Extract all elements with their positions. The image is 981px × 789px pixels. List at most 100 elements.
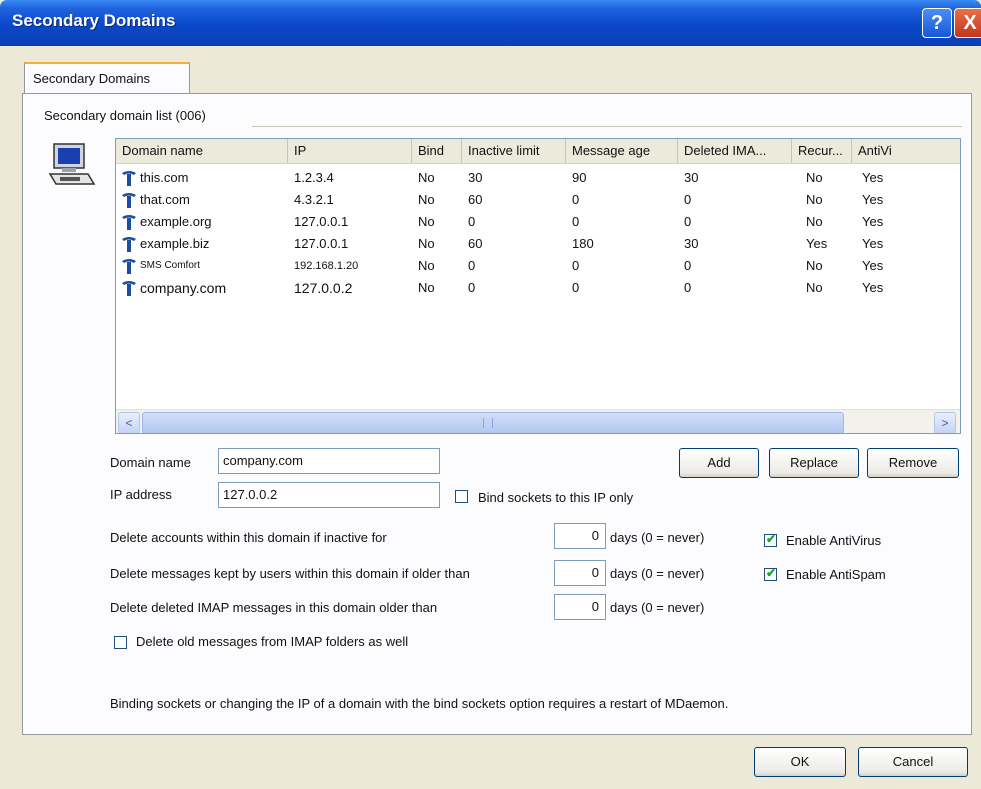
table-row[interactable]: example.biz 127.0.0.1 No 60 180 30 Yes Y… <box>116 233 960 255</box>
recur-cell: No <box>806 258 823 273</box>
domain-name-cell: that.com <box>140 192 190 207</box>
enable-antivirus-label: Enable AntiVirus <box>786 533 882 548</box>
domain-icon <box>122 237 136 252</box>
dialog-window: Secondary Domains ? X Secondary Domains … <box>0 0 981 789</box>
tab-secondary-domains[interactable]: Secondary Domains <box>24 62 190 94</box>
inactive-limit-cell: 60 <box>468 236 483 251</box>
domain-name-label: Domain name <box>110 455 191 470</box>
domain-name-input[interactable]: company.com <box>218 448 440 474</box>
ip-cell: 1.2.3.4 <box>294 170 334 185</box>
message-days-input[interactable]: 0 <box>554 560 606 586</box>
column-header-message-age[interactable]: Message age <box>566 139 678 163</box>
antivirus-cell: Yes <box>862 236 884 251</box>
deleted-imap-cell: 0 <box>684 214 692 229</box>
bind-sockets-label: Bind sockets to this IP only <box>478 490 634 505</box>
domain-icon <box>122 259 136 274</box>
days-hint-1: days (0 = never) <box>610 530 705 545</box>
close-button[interactable]: X <box>954 8 981 38</box>
domain-icon <box>122 171 136 186</box>
bind-cell: No <box>418 170 435 185</box>
imap-days-input[interactable]: 0 <box>554 594 606 620</box>
scroll-thumb[interactable] <box>142 412 844 433</box>
check-mark-icon: ✔ <box>766 532 777 546</box>
inactive-limit-cell: 0 <box>468 258 476 273</box>
table-row[interactable]: this.com 1.2.3.4 No 30 90 30 No Yes <box>116 167 960 189</box>
column-header-antivirus[interactable]: AntiVi <box>852 139 960 163</box>
recur-cell: No <box>806 214 823 229</box>
deleted-imap-label: Delete deleted IMAP messages in this dom… <box>110 600 438 615</box>
add-button[interactable]: Add <box>679 448 759 478</box>
ip-cell: 127.0.0.1 <box>294 236 349 251</box>
enable-antivirus-checkbox[interactable]: ✔ <box>764 532 777 547</box>
group-label: Secondary domain list (006) <box>44 108 212 123</box>
table-row[interactable]: that.com 4.3.2.1 No 60 0 0 No Yes <box>116 189 960 211</box>
table-row[interactable]: example.org 127.0.0.1 No 0 0 0 No Yes <box>116 211 960 233</box>
bind-cell: No <box>418 236 435 251</box>
help-button[interactable]: ? <box>922 8 952 38</box>
scroll-grip <box>483 418 493 428</box>
domain-icon <box>122 193 136 208</box>
column-header-deleted-imap[interactable]: Deleted IMA... <box>678 139 792 163</box>
ip-address-input[interactable]: 127.0.0.2 <box>218 482 440 508</box>
domain-name-cell: this.com <box>140 170 189 185</box>
domain-name-cell: SMS Comfort <box>140 260 201 271</box>
deleted-imap-cell: 0 <box>684 258 692 273</box>
column-header-bind[interactable]: Bind <box>412 139 462 163</box>
list-header: Domain name IP Bind Inactive limit Messa… <box>116 139 960 164</box>
message-age-cell: 180 <box>572 236 594 251</box>
column-header-inactive-limit[interactable]: Inactive limit <box>462 139 566 163</box>
days-hint-2: days (0 = never) <box>610 566 705 581</box>
domain-list[interactable]: Domain name IP Bind Inactive limit Messa… <box>115 138 961 434</box>
recur-cell: No <box>806 280 823 295</box>
ip-cell: 192.168.1.20 <box>294 260 359 272</box>
scroll-left-button[interactable]: < <box>118 412 140 433</box>
bind-cell: No <box>418 214 435 229</box>
column-header-domain-name[interactable]: Domain name <box>116 139 288 163</box>
message-age-cell: 90 <box>572 170 587 185</box>
bind-sockets-checkbox[interactable] <box>455 490 468 503</box>
domain-icon <box>122 215 136 230</box>
column-header-recur[interactable]: Recur... <box>792 139 852 163</box>
inactive-limit-cell: 30 <box>468 170 483 185</box>
antivirus-cell: Yes <box>862 258 884 273</box>
inactive-limit-cell: 0 <box>468 214 476 229</box>
old-messages-label: Delete messages kept by users within thi… <box>110 566 470 581</box>
bind-cell: No <box>418 280 435 295</box>
horizontal-scrollbar[interactable]: < > <box>116 409 960 433</box>
restart-note: Binding sockets or changing the IP of a … <box>110 696 729 711</box>
domain-name-cell: example.org <box>140 214 212 229</box>
antivirus-cell: Yes <box>862 214 884 229</box>
delete-old-imap-checkbox[interactable] <box>114 636 127 649</box>
message-age-cell: 0 <box>572 214 580 229</box>
bind-cell: No <box>418 192 435 207</box>
domain-name-cell: company.com <box>140 280 227 296</box>
deleted-imap-cell: 0 <box>684 192 692 207</box>
recur-cell: No <box>806 192 823 207</box>
table-row[interactable]: company.com 127.0.0.2 No 0 0 0 No Yes <box>116 277 960 299</box>
remove-button[interactable]: Remove <box>867 448 959 478</box>
ok-button[interactable]: OK <box>754 747 846 777</box>
replace-button[interactable]: Replace <box>769 448 859 478</box>
ip-cell: 4.3.2.1 <box>294 192 334 207</box>
antivirus-cell: Yes <box>862 192 884 207</box>
antivirus-cell: Yes <box>862 280 884 295</box>
ip-cell: 127.0.0.2 <box>294 280 353 296</box>
antivirus-cell: Yes <box>862 170 884 185</box>
cancel-button[interactable]: Cancel <box>858 747 968 777</box>
scroll-right-button[interactable]: > <box>934 412 956 433</box>
table-row[interactable]: SMS Comfort 192.168.1.20 No 0 0 0 No Yes <box>116 255 960 277</box>
ip-address-label: IP address <box>110 487 172 502</box>
computer-icon <box>48 143 96 185</box>
deleted-imap-cell: 0 <box>684 280 692 295</box>
recur-cell: No <box>806 170 823 185</box>
bind-cell: No <box>418 258 435 273</box>
message-age-cell: 0 <box>572 192 580 207</box>
deleted-imap-cell: 30 <box>684 236 699 251</box>
enable-antispam-checkbox[interactable]: ✔ <box>764 566 777 581</box>
check-mark-icon: ✔ <box>766 566 777 580</box>
title-bar[interactable]: Secondary Domains ? X <box>0 0 981 46</box>
inactive-days-input[interactable]: 0 <box>554 523 606 549</box>
column-header-ip[interactable]: IP <box>288 139 412 163</box>
window-title: Secondary Domains <box>12 11 176 30</box>
ip-cell: 127.0.0.1 <box>294 214 349 229</box>
